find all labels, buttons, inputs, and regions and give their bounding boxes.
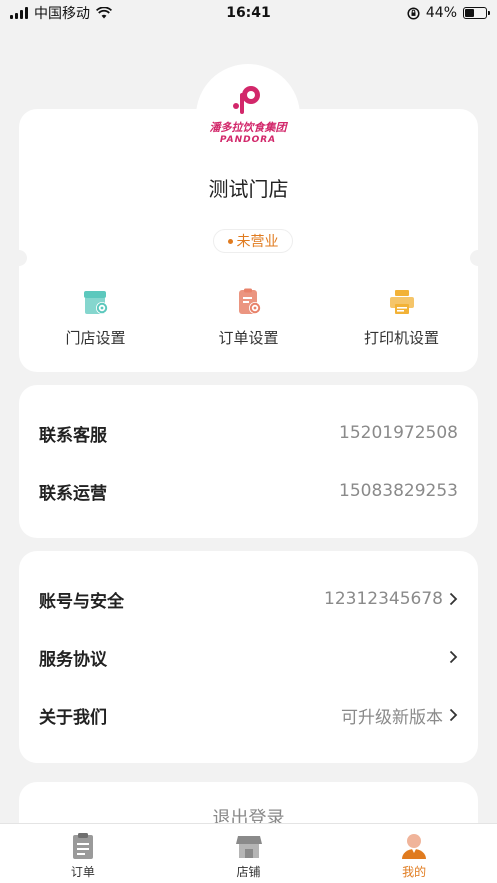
store-settings-icon <box>83 291 108 314</box>
status-dot <box>227 238 233 244</box>
contacts-card: 联系客服 15201972508 联系运营 15083829253 <box>19 385 478 538</box>
store-name: 测试门店 <box>208 177 289 201</box>
account-phone: 12312345678 <box>324 589 443 609</box>
printer-icon <box>389 290 414 314</box>
order-settings-label: 订单设置 <box>218 329 279 347</box>
tab-shop-label: 店铺 <box>236 865 261 879</box>
chevron-right-icon <box>449 592 458 606</box>
order-settings-icon <box>238 288 261 314</box>
battery-percent: 44% <box>425 5 457 21</box>
store-status-label: 未营业 <box>236 234 279 250</box>
store-card: 测试门店 未营业 门店设置 订单设置 打印机设置 <box>11 109 486 372</box>
contact-service-row[interactable]: 联系客服 15201972508 <box>19 404 478 462</box>
pandora-logo-icon <box>233 86 260 114</box>
contact-operations-phone: 15083829253 <box>339 481 458 501</box>
store-settings-label: 门店设置 <box>65 329 126 347</box>
settings-card: 账号与安全 12312345678 服务协议 关于我们 可升级新版本 <box>19 551 478 763</box>
about-us-label: 关于我们 <box>39 707 107 728</box>
chevron-right-icon <box>449 650 458 664</box>
wifi-icon <box>96 7 112 19</box>
contact-service-phone: 15201972508 <box>339 423 458 443</box>
carrier-label: 中国移动 <box>34 6 90 22</box>
account-security-row[interactable]: 账号与安全 12312345678 <box>19 570 478 628</box>
quick-actions: 门店设置 订单设置 打印机设置 <box>19 287 478 348</box>
order-icon <box>72 833 93 859</box>
battery-icon <box>463 7 490 19</box>
signal-icon <box>10 7 28 19</box>
contact-operations-label: 联系运营 <box>39 483 107 504</box>
update-available-text: 可升级新版本 <box>341 707 443 728</box>
store-status-badge: 未营业 <box>213 229 293 253</box>
tab-orders-label: 订单 <box>70 865 95 879</box>
printer-settings-button[interactable]: 打印机设置 <box>325 287 478 348</box>
printer-settings-label: 打印机设置 <box>363 329 439 347</box>
tab-bar: 订单 店铺 我的 <box>0 823 497 883</box>
logo-chinese-text: 潘多拉饮食集团 <box>209 121 287 134</box>
profile-icon <box>402 834 427 859</box>
contact-service-label: 联系客服 <box>39 425 107 446</box>
shop-icon <box>235 836 262 858</box>
status-bar: 中国移动 16:41 44% <box>0 0 497 26</box>
store-settings-button[interactable]: 门店设置 <box>19 287 172 348</box>
brand-logo: 潘多拉饮食集团 PANDORA <box>196 84 300 145</box>
order-settings-button[interactable]: 订单设置 <box>172 287 325 348</box>
tab-orders[interactable]: 订单 <box>0 824 166 883</box>
tab-profile[interactable]: 我的 <box>331 824 497 883</box>
orientation-lock-icon <box>407 6 420 20</box>
service-agreement-row[interactable]: 服务协议 <box>19 628 478 686</box>
tab-shop[interactable]: 店铺 <box>166 824 332 883</box>
chevron-right-icon <box>449 708 458 722</box>
about-us-row[interactable]: 关于我们 可升级新版本 <box>19 686 478 744</box>
logo-english-text: PANDORA <box>219 135 277 145</box>
tab-profile-label: 我的 <box>402 865 427 879</box>
account-security-label: 账号与安全 <box>39 591 124 612</box>
service-agreement-label: 服务协议 <box>39 649 107 670</box>
contact-operations-row[interactable]: 联系运营 15083829253 <box>19 462 478 520</box>
